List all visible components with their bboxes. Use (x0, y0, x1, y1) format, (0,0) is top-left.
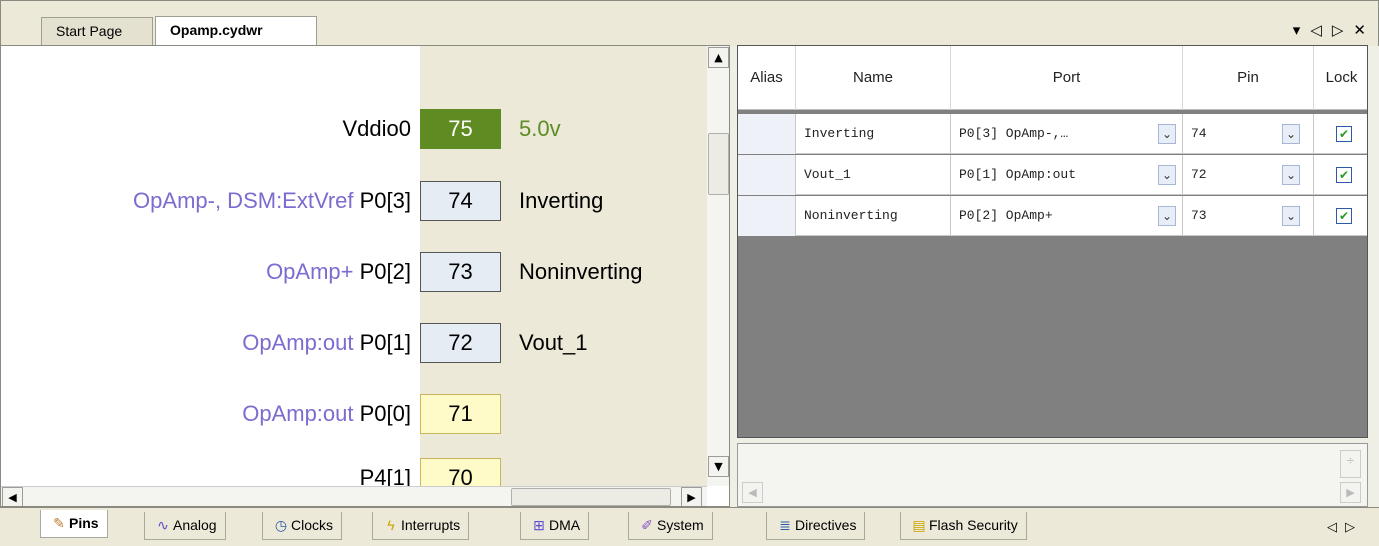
system-icon: ✐ (641, 517, 653, 533)
pin-row[interactable]: Vddio0 75 5.0v (1, 109, 729, 153)
grid-header: Alias Name Port Pin Lock (738, 46, 1367, 110)
pin-diagram-canvas[interactable]: Vddio0 75 5.0v OpAmp-, DSM:ExtVref P0[3]… (0, 45, 730, 507)
tab-analog[interactable]: ∿ Analog (144, 512, 226, 540)
pin-assigned-name: Vout_1 (519, 330, 588, 355)
pin-assigned-name: 5.0v (519, 116, 561, 141)
pin-number[interactable]: 72 (420, 323, 501, 363)
tab-pins[interactable]: ✎ Pins (40, 510, 108, 538)
chevron-down-icon[interactable]: ▾ (1293, 21, 1301, 39)
tab-interrupts[interactable]: ϟ Interrupts (372, 512, 470, 540)
scroll-left-icon[interactable]: ◀ (2, 487, 23, 506)
column-pin[interactable]: Pin (1183, 46, 1314, 110)
chevron-down-icon[interactable]: ⌄ (1282, 124, 1300, 144)
pin-assigned-name: Inverting (519, 188, 604, 213)
tab-system[interactable]: ✐ System (628, 512, 713, 540)
name-cell[interactable]: Noninverting (796, 196, 951, 236)
table-row[interactable]: Noninverting P0[2] OpAmp+ ⌄ 73 ⌄ ✔ (738, 196, 1367, 236)
chevron-down-icon[interactable]: ⌄ (1158, 124, 1176, 144)
pin-label: OpAmp:out P0[1] (242, 330, 411, 355)
alias-cell[interactable] (738, 114, 796, 154)
pin-label: OpAmp:out P0[0] (242, 401, 411, 426)
chevron-down-icon[interactable]: ⌄ (1158, 206, 1176, 226)
pin-assignment-grid: Alias Name Port Pin Lock Inverting P0[3]… (737, 45, 1368, 438)
clock-icon: ◷ (274, 517, 288, 533)
grid-scroll-area[interactable]: ◀ ▶ ÷ (737, 443, 1368, 507)
directives-icon: ≣ (779, 517, 791, 533)
table-row[interactable]: Inverting P0[3] OpAmp-,… ⌄ 74 ⌄ ✔ (738, 114, 1367, 154)
port-cell[interactable]: P0[2] OpAmp+ (951, 196, 1183, 236)
scroll-right-icon[interactable]: ▶ (681, 487, 702, 506)
scroll-right-icon[interactable]: ▶ (1340, 482, 1361, 503)
scroll-left-icon[interactable]: ◁ (1310, 21, 1322, 39)
pin-label: OpAmp-, DSM:ExtVref P0[3] (133, 188, 411, 213)
tab-start-page[interactable]: Start Page (41, 17, 153, 45)
tab-dma[interactable]: ⊞ DMA (520, 512, 590, 540)
pin-row[interactable]: OpAmp:out P0[1] 72 Vout_1 (1, 323, 729, 367)
tab-opamp-cydwr[interactable]: Opamp.cydwr (155, 16, 317, 46)
lightning-icon: ϟ (387, 517, 395, 533)
horizontal-scrollbar[interactable]: ◀ ▶ (1, 486, 707, 506)
pin-number[interactable]: 71 (420, 394, 501, 434)
dma-icon: ⊞ (533, 517, 545, 533)
pin-row[interactable]: OpAmp-, DSM:ExtVref P0[3] 74 Inverting (1, 181, 729, 225)
pin-number[interactable]: 75 (420, 109, 501, 149)
scroll-left-icon[interactable]: ◀ (742, 482, 763, 503)
column-lock[interactable]: Lock (1314, 46, 1367, 110)
name-cell[interactable]: Vout_1 (796, 155, 951, 195)
pin-assigned-name: Noninverting (519, 259, 643, 284)
scroll-thumb[interactable]: ÷ (1340, 450, 1361, 478)
scroll-right-icon[interactable]: ▷ (1345, 520, 1363, 535)
tab-directives[interactable]: ≣ Directives (766, 512, 866, 540)
scroll-up-icon[interactable]: ▲ (708, 47, 729, 68)
port-cell[interactable]: P0[1] OpAmp:out (951, 155, 1183, 195)
scroll-left-icon[interactable]: ◁ (1327, 520, 1345, 535)
port-cell[interactable]: P0[3] OpAmp-,… (951, 114, 1183, 154)
scroll-down-icon[interactable]: ▼ (708, 456, 729, 477)
lock-checkbox[interactable]: ✔ (1336, 167, 1352, 183)
scroll-right-icon[interactable]: ▷ (1332, 21, 1344, 39)
document-tab-bar: Start Page Opamp.cydwr ▾ ◁ ▷ ✕ (0, 0, 1379, 46)
vertical-scrollbar[interactable]: ▲ ▼ (707, 46, 729, 486)
lock-checkbox[interactable]: ✔ (1336, 126, 1352, 142)
flash-security-icon: ▤ (912, 517, 926, 533)
window-controls: ▾ ◁ ▷ ✕ (1293, 21, 1366, 39)
bottom-tab-bar: ✎ Pins ∿ Analog ◷ Clocks ϟ Interrupts ⊞ DMA ✐… (0, 507, 1379, 546)
alias-cell[interactable] (738, 155, 796, 195)
chevron-down-icon[interactable]: ⌄ (1282, 165, 1300, 185)
chevron-down-icon[interactable]: ⌄ (1282, 206, 1300, 226)
tab-clocks[interactable]: ◷ Clocks (262, 512, 343, 540)
alias-cell[interactable] (738, 196, 796, 236)
pin-label: Vddio0 (342, 116, 411, 141)
close-icon[interactable]: ✕ (1353, 21, 1366, 39)
column-name[interactable]: Name (796, 46, 951, 110)
pin-number[interactable]: 74 (420, 181, 501, 221)
column-port[interactable]: Port (951, 46, 1183, 110)
column-alias[interactable]: Alias (738, 46, 796, 110)
analog-icon: ∿ (157, 517, 169, 533)
tab-scroll-controls[interactable]: ◁▷ (1327, 520, 1363, 535)
scroll-thumb[interactable] (511, 488, 671, 506)
pin-label: OpAmp+ P0[2] (266, 259, 411, 284)
chevron-down-icon[interactable]: ⌄ (1158, 165, 1176, 185)
pin-number[interactable]: 73 (420, 252, 501, 292)
pins-icon: ✎ (53, 515, 65, 531)
tab-flash-security[interactable]: ▤ Flash Security (900, 512, 1027, 540)
table-row[interactable]: Vout_1 P0[1] OpAmp:out ⌄ 72 ⌄ ✔ (738, 155, 1367, 195)
pin-row[interactable]: OpAmp+ P0[2] 73 Noninverting (1, 252, 729, 296)
scroll-thumb[interactable] (708, 133, 729, 195)
name-cell[interactable]: Inverting (796, 114, 951, 154)
lock-checkbox[interactable]: ✔ (1336, 208, 1352, 224)
pin-row[interactable]: OpAmp:out P0[0] 71 (1, 394, 729, 438)
